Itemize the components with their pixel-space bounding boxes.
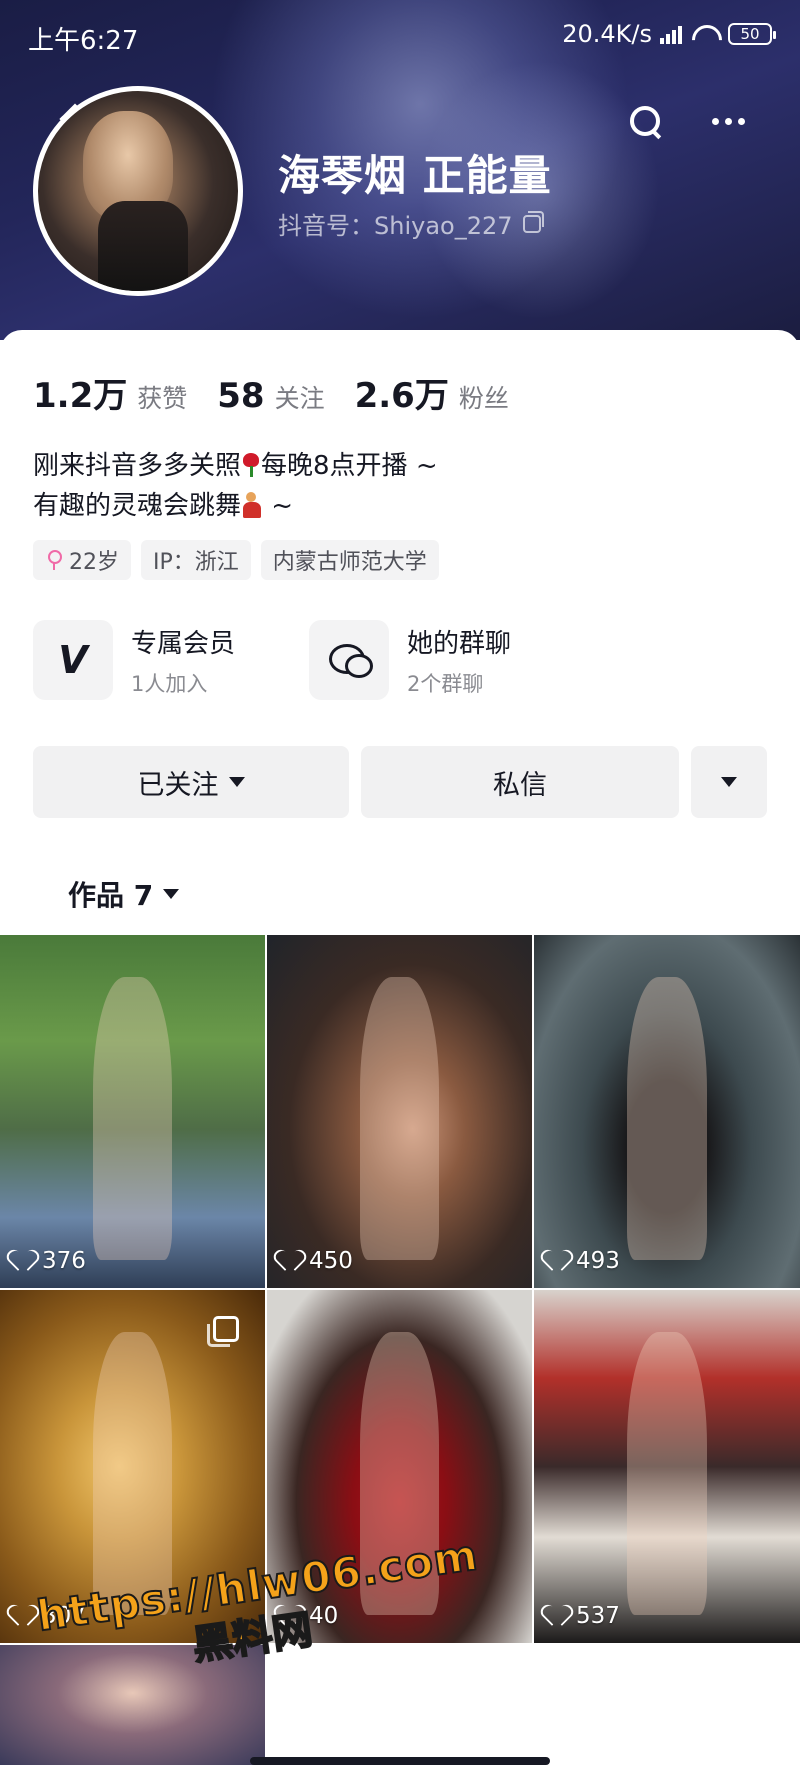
video-tile[interactable]: 537 [534, 1290, 800, 1643]
wifi-icon [690, 23, 720, 45]
feature-group-chat[interactable]: 她的群聊 2个群聊 [309, 620, 549, 700]
stat-following[interactable]: 58 关注 [217, 376, 324, 416]
network-speed: 20.4K/s [562, 20, 652, 48]
video-likes-count: 537 [576, 1603, 620, 1629]
feature-membership-text: 专属会员 1人加入 [131, 623, 235, 698]
group-chat-icon [309, 620, 389, 700]
caret-down-icon [721, 777, 737, 787]
stat-followers-label: 粉丝 [458, 384, 509, 413]
feature-group-chat-title: 她的群聊 [407, 628, 512, 659]
avatar[interactable] [33, 86, 243, 296]
stat-followers[interactable]: 2.6万 粉丝 [355, 368, 509, 417]
status-time: 上午6:27 [28, 26, 139, 56]
stat-likes-num: 1.2万 [33, 376, 128, 416]
followed-button-label: 已关注 [137, 769, 219, 801]
tag-school[interactable]: 内蒙古师范大学 [260, 540, 439, 580]
battery-level: 50 [740, 25, 760, 43]
profile-bio: 刚来抖音多多关照 每晚8点开播 ~ 有趣的灵魂会跳舞 ~ [33, 446, 438, 526]
video-likes-count: 376 [42, 1248, 86, 1274]
caret-down-icon [163, 889, 180, 899]
heart-icon [548, 1251, 570, 1271]
heart-icon [281, 1251, 303, 1271]
bio-line-1-b: 每晚8点开播 ~ [261, 451, 438, 481]
more-icon[interactable] [712, 118, 745, 125]
video-tile[interactable]: 450 [267, 935, 532, 1288]
video-thumbnail [627, 977, 707, 1260]
profile-tags: 22岁 IP：浙江 内蒙古师范大学 [33, 540, 439, 580]
tab-works-label: 作品 7 [68, 879, 154, 912]
more-actions-button[interactable] [691, 746, 767, 818]
profile-nickname: 海琴烟 正能量 [278, 151, 552, 200]
copy-icon[interactable] [522, 210, 544, 233]
bio-line-1: 刚来抖音多多关照 每晚8点开播 ~ [33, 446, 438, 486]
video-likes: 376 [14, 1248, 86, 1274]
tag-ip-text: IP：浙江 [153, 550, 239, 575]
status-bar: 上午6:27 20.4K/s 50 [0, 0, 800, 70]
dancer-icon [241, 492, 263, 518]
rose-icon [241, 453, 261, 477]
profile-features: 专属会员 1人加入 她的群聊 2个群聊 [33, 620, 549, 700]
caret-down-icon [228, 777, 245, 787]
tag-ip: IP：浙江 [141, 540, 251, 580]
profile-stats: 1.2万 获赞 58 关注 2.6万 粉丝 [33, 368, 509, 417]
feature-membership-sub: 1人加入 [131, 671, 208, 696]
video-likes: 450 [281, 1248, 353, 1274]
video-tile[interactable]: 376 [0, 935, 265, 1288]
feature-group-chat-sub: 2个群聊 [407, 671, 484, 696]
stat-following-label: 关注 [274, 384, 325, 413]
video-likes-count: 450 [309, 1248, 353, 1274]
tab-works[interactable]: 作品 7 [68, 874, 180, 914]
home-indicator[interactable] [250, 1757, 550, 1765]
video-thumbnail [359, 977, 440, 1260]
stat-likes-label: 获赞 [137, 384, 188, 413]
heart-icon [548, 1606, 570, 1626]
video-thumbnail [627, 1332, 707, 1615]
stat-following-num: 58 [217, 376, 265, 416]
followed-button[interactable]: 已关注 [33, 746, 349, 818]
stat-likes[interactable]: 1.2万 获赞 [33, 368, 187, 417]
female-icon [45, 549, 63, 571]
bio-line-2: 有趣的灵魂会跳舞 ~ [33, 486, 438, 526]
message-button[interactable]: 私信 [361, 746, 679, 818]
message-button-label: 私信 [493, 769, 547, 801]
battery-icon: 50 [728, 23, 776, 45]
video-likes: 537 [548, 1603, 620, 1629]
bio-line-2-b: ~ [263, 491, 294, 521]
search-icon[interactable] [628, 104, 664, 140]
status-right: 20.4K/s 50 [562, 20, 776, 48]
video-likes: 493 [548, 1248, 620, 1274]
feature-group-chat-text: 她的群聊 2个群聊 [407, 623, 511, 698]
vip-icon [33, 620, 113, 700]
tag-age-text: 22岁 [69, 550, 119, 575]
tag-age: 22岁 [33, 540, 131, 580]
profile-actions: 已关注 私信 [33, 746, 767, 818]
video-thumbnail [92, 977, 173, 1260]
feature-membership-title: 专属会员 [131, 628, 236, 659]
multi-image-icon [207, 1316, 239, 1347]
bio-line-2-a: 有趣的灵魂会跳舞 [33, 491, 242, 521]
signal-icon [660, 24, 682, 44]
tag-school-text: 内蒙古师范大学 [272, 550, 427, 575]
douyin-id-row[interactable]: 抖音号：Shiyao_227 [278, 206, 544, 241]
video-likes-count: 493 [576, 1248, 620, 1274]
heart-icon [14, 1606, 36, 1626]
bio-line-1-a: 刚来抖音多多关照 [33, 451, 242, 481]
heart-icon [14, 1251, 36, 1271]
video-thumbnail [92, 1332, 173, 1615]
video-tile[interactable]: 493 [534, 935, 800, 1288]
douyin-id: 抖音号：Shiyao_227 [278, 212, 513, 240]
stat-followers-num: 2.6万 [354, 376, 449, 416]
feature-membership[interactable]: 专属会员 1人加入 [33, 620, 273, 700]
